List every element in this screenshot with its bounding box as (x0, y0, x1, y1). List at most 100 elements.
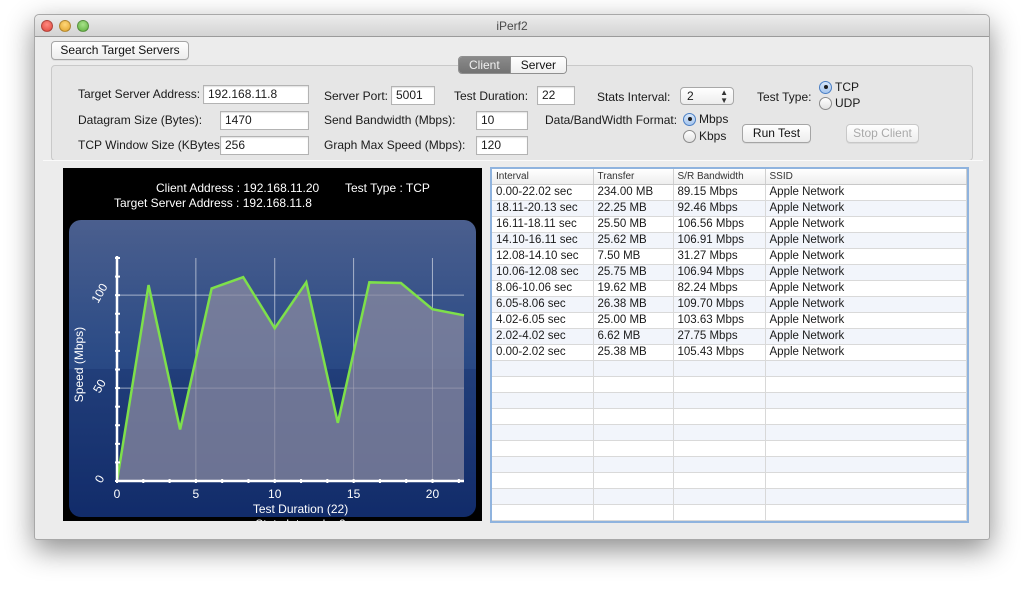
target-server-address-input[interactable]: 192.168.11.8 (203, 85, 309, 104)
table-cell (673, 392, 766, 409)
table-cell (673, 456, 766, 473)
table-cell (673, 424, 766, 441)
table-cell (673, 488, 766, 505)
table-cell (593, 424, 674, 441)
window-title: iPerf2 (496, 19, 528, 33)
empty-table-row[interactable] (492, 440, 967, 457)
table-row[interactable]: 16.11-18.11 sec 25.50 MB 106.56 Mbps Apple … (492, 216, 967, 233)
server-port-label: Server Port: (324, 89, 389, 103)
table-cell: Apple Network (765, 248, 967, 265)
empty-table-row[interactable] (492, 376, 967, 393)
table-row[interactable]: 4.02-6.05 sec 25.00 MB 103.63 Mbps Apple Ne… (492, 312, 967, 329)
section-divider (43, 160, 983, 161)
table-row[interactable]: 10.06-12.08 sec 25.75 MB 106.94 Mbps Apple … (492, 264, 967, 281)
empty-table-row[interactable] (492, 392, 967, 409)
table-cell: Apple Network (765, 312, 967, 329)
table-row[interactable]: 18.11-20.13 sec 22.25 MB 92.46 Mbps Apple N… (492, 200, 967, 217)
radio-mbps[interactable]: Mbps (683, 112, 728, 126)
datagram-size-input[interactable]: 1470 (220, 111, 309, 130)
radio-tcp[interactable]: TCP (819, 80, 859, 94)
close-window-button[interactable] (41, 20, 53, 32)
table-cell (673, 376, 766, 393)
table-row[interactable]: 0.00-22.02 sec 234.00 MB 89.15 Mbps Apple N… (492, 184, 967, 201)
column-header[interactable]: Transfer (593, 169, 674, 185)
table-row[interactable]: 2.02-4.02 sec 6.62 MB 27.75 Mbps Apple Netw… (492, 328, 967, 345)
table-cell: 10.06-12.08 sec (492, 264, 594, 281)
table-cell: 27.75 Mbps (673, 328, 766, 345)
column-header[interactable]: SSID (765, 169, 967, 185)
tcp-window-size-input[interactable]: 256 (220, 136, 309, 155)
table-header-row: Interval Transfer S/R Bandwidth SSID (492, 169, 967, 185)
table-cell: 82.24 Mbps (673, 280, 766, 297)
y-tick-label: 100 (88, 281, 110, 306)
stats-interval-select[interactable]: 2 ▲ ▼ (680, 87, 734, 105)
iperf2-window: iPerf2 Search Target Servers Client Serv… (34, 14, 990, 540)
table-cell (765, 504, 967, 521)
table-cell: 25.75 MB (593, 264, 674, 281)
x-tick-label: 0 (114, 487, 121, 501)
table-cell: 16.11-18.11 sec (492, 216, 594, 233)
table-cell: 6.05-8.06 sec (492, 296, 594, 313)
empty-table-row[interactable] (492, 408, 967, 425)
tab-client[interactable]: Client (459, 57, 510, 73)
server-port-input[interactable]: 5001 (391, 86, 435, 105)
radio-kbps[interactable]: Kbps (683, 129, 726, 143)
empty-table-row[interactable] (492, 360, 967, 377)
empty-table-row[interactable] (492, 456, 967, 473)
column-header[interactable]: Interval (492, 169, 594, 185)
table-cell (492, 360, 594, 377)
table-cell: 0.00-22.02 sec (492, 184, 594, 201)
table-cell (765, 456, 967, 473)
minimize-window-button[interactable] (59, 20, 71, 32)
radio-mbps-label: Mbps (699, 112, 729, 126)
empty-table-row[interactable] (492, 472, 967, 489)
table-cell (492, 424, 594, 441)
table-cell (765, 424, 967, 441)
results-table[interactable]: Interval Transfer S/R Bandwidth SSID 0.00-2… (490, 167, 969, 523)
radio-kbps-label: Kbps (699, 129, 727, 143)
table-cell: Apple Network (765, 216, 967, 233)
table-row[interactable]: 0.00-2.02 sec 25.38 MB 105.43 Mbps Apple Ne… (492, 344, 967, 361)
radio-selected-icon (819, 80, 832, 94)
table-cell (492, 472, 594, 489)
stats-interval-label: Stats Interval = 2 (255, 517, 346, 521)
table-row[interactable]: 6.05-8.06 sec 26.38 MB 109.70 Mbps Apple Ne… (492, 296, 967, 313)
table-cell (492, 440, 594, 457)
format-label: Data/BandWidth Format: (545, 113, 678, 127)
table-cell (593, 376, 674, 393)
graph-max-speed-input[interactable]: 120 (476, 136, 528, 155)
title-bar[interactable]: iPerf2 (35, 15, 989, 37)
run-test-button[interactable]: Run Test (742, 124, 811, 143)
table-cell (593, 488, 674, 505)
search-target-servers-button[interactable]: Search Target Servers (51, 41, 189, 60)
table-row[interactable]: 12.08-14.10 sec 7.50 MB 31.27 Mbps Apple Ne… (492, 248, 967, 265)
table-row[interactable]: 14.10-16.11 sec 25.62 MB 106.91 Mbps Apple … (492, 232, 967, 249)
table-cell: 106.56 Mbps (673, 216, 766, 233)
table-cell: 4.02-6.05 sec (492, 312, 594, 329)
table-cell: Apple Network (765, 328, 967, 345)
zoom-window-button[interactable] (77, 20, 89, 32)
stats-interval-value: 2 (687, 89, 694, 103)
table-cell: 14.10-16.11 sec (492, 232, 594, 249)
tab-server[interactable]: Server (509, 57, 567, 73)
send-bandwidth-input[interactable]: 10 (476, 111, 528, 130)
tcp-window-size-label: TCP Window Size (KBytes): (78, 138, 228, 152)
table-cell (492, 456, 594, 473)
table-cell: 109.70 Mbps (673, 296, 766, 313)
stop-client-button[interactable]: Stop Client (846, 124, 919, 143)
table-cell: Apple Network (765, 280, 967, 297)
table-row[interactable]: 8.06-10.06 sec 19.62 MB 82.24 Mbps Apple Ne… (492, 280, 967, 297)
test-duration-input[interactable]: 22 (537, 86, 575, 105)
table-cell (492, 392, 594, 409)
table-cell (593, 440, 674, 457)
empty-table-row[interactable] (492, 424, 967, 441)
speed-graph-panel: Client Address : 192.168.11.20 Test Type… (63, 168, 482, 521)
test-duration-label: Test Duration: (454, 89, 529, 103)
column-header[interactable]: S/R Bandwidth (673, 169, 766, 185)
table-cell: 25.62 MB (593, 232, 674, 249)
empty-table-row[interactable] (492, 504, 967, 521)
table-cell: 89.15 Mbps (673, 184, 766, 201)
empty-table-row[interactable] (492, 488, 967, 505)
table-cell (492, 504, 594, 521)
radio-udp[interactable]: UDP (819, 96, 860, 110)
